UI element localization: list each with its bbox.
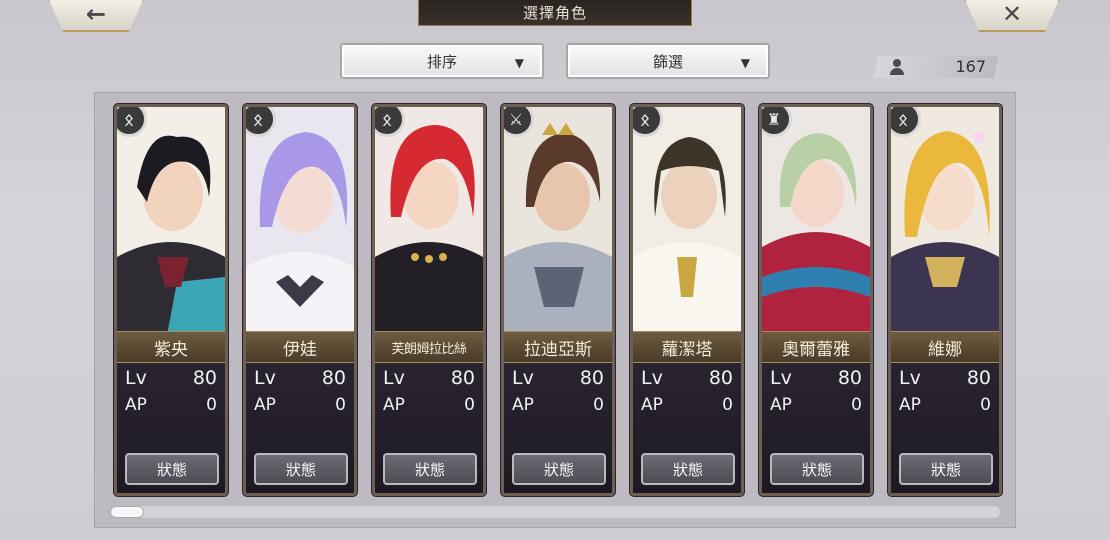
ap-label: AP bbox=[125, 395, 147, 415]
lv-label: Lv bbox=[641, 367, 663, 389]
character-stats: Lv 80 AP 0 狀態 bbox=[117, 363, 225, 493]
back-button[interactable]: ← bbox=[48, 0, 144, 32]
filter-dropdown[interactable]: 篩選 ▼ bbox=[566, 43, 770, 79]
character-stats: Lv 80 AP 0 狀態 bbox=[891, 363, 999, 493]
ap-value: 0 bbox=[464, 395, 475, 415]
status-button[interactable]: 狀態 bbox=[383, 453, 477, 485]
character-portrait bbox=[762, 107, 870, 335]
status-button[interactable]: 狀態 bbox=[770, 453, 864, 485]
close-icon: ✕ bbox=[1001, 0, 1023, 28]
lv-label: Lv bbox=[512, 367, 534, 389]
lv-label: Lv bbox=[254, 367, 276, 389]
scrollbar-thumb[interactable] bbox=[110, 506, 144, 518]
ap-label: AP bbox=[770, 395, 792, 415]
ap-label: AP bbox=[512, 395, 534, 415]
character-name: 維娜 bbox=[891, 331, 999, 363]
ap-value: 0 bbox=[851, 395, 862, 415]
ap-value: 0 bbox=[206, 395, 217, 415]
status-button[interactable]: 狀態 bbox=[512, 453, 606, 485]
status-button[interactable]: 狀態 bbox=[125, 453, 219, 485]
horizontal-scrollbar[interactable] bbox=[110, 506, 1000, 518]
lv-label: Lv bbox=[383, 367, 405, 389]
ap-label: AP bbox=[254, 395, 276, 415]
character-portrait bbox=[246, 107, 354, 335]
lv-value: 80 bbox=[450, 367, 475, 389]
top-bar: ← 選擇角色 ✕ bbox=[0, 0, 1110, 32]
character-name: 紫央 bbox=[117, 331, 225, 363]
filter-label: 篩選 bbox=[652, 52, 683, 71]
lv-value: 80 bbox=[192, 367, 217, 389]
character-cards: 紫央 Lv 80 AP 0 狀態 ᛟ 伊娃 Lv 80 AP 0 狀態 ᛟ 芙朗… bbox=[114, 104, 1004, 496]
ap-label: AP bbox=[383, 395, 405, 415]
character-name: 拉迪亞斯 bbox=[504, 331, 612, 363]
character-card[interactable]: 芙朗姆拉比絲 Lv 80 AP 0 狀態 ᛟ bbox=[372, 104, 486, 496]
sort-dropdown[interactable]: 排序 ▼ bbox=[340, 43, 544, 79]
lv-value: 80 bbox=[708, 367, 733, 389]
roster-count: 167 bbox=[955, 57, 986, 76]
lv-label: Lv bbox=[125, 367, 147, 389]
close-button[interactable]: ✕ bbox=[964, 0, 1060, 32]
ap-label: AP bbox=[641, 395, 663, 415]
person-icon bbox=[890, 59, 904, 75]
page-title: 選擇角色 bbox=[418, 0, 692, 26]
character-card[interactable]: 蘿潔塔 Lv 80 AP 0 狀態 ᛟ bbox=[630, 104, 744, 496]
sort-label: 排序 bbox=[426, 52, 457, 71]
character-card[interactable]: 紫央 Lv 80 AP 0 狀態 ᛟ bbox=[114, 104, 228, 496]
lv-value: 80 bbox=[966, 367, 991, 389]
character-card[interactable]: 拉迪亞斯 Lv 80 AP 0 狀態 ⚔ bbox=[501, 104, 615, 496]
status-button[interactable]: 狀態 bbox=[254, 453, 348, 485]
character-portrait bbox=[633, 107, 741, 335]
chevron-down-icon: ▼ bbox=[740, 56, 750, 70]
lv-value: 80 bbox=[579, 367, 604, 389]
character-portrait bbox=[375, 107, 483, 335]
status-button[interactable]: 狀態 bbox=[899, 453, 993, 485]
ap-label: AP bbox=[899, 395, 921, 415]
character-name: 芙朗姆拉比絲 bbox=[375, 331, 483, 363]
lv-value: 80 bbox=[321, 367, 346, 389]
character-portrait bbox=[117, 107, 225, 335]
character-card[interactable]: 奧爾蕾雅 Lv 80 AP 0 狀態 ♜ bbox=[759, 104, 873, 496]
ap-value: 0 bbox=[980, 395, 991, 415]
character-stats: Lv 80 AP 0 狀態 bbox=[633, 363, 741, 493]
lv-label: Lv bbox=[770, 367, 792, 389]
character-name: 伊娃 bbox=[246, 331, 354, 363]
lv-label: Lv bbox=[899, 367, 921, 389]
character-stats: Lv 80 AP 0 狀態 bbox=[762, 363, 870, 493]
character-name: 奧爾蕾雅 bbox=[762, 331, 870, 363]
character-stats: Lv 80 AP 0 狀態 bbox=[504, 363, 612, 493]
character-portrait bbox=[504, 107, 612, 335]
ap-value: 0 bbox=[593, 395, 604, 415]
character-stats: Lv 80 AP 0 狀態 bbox=[246, 363, 354, 493]
back-arrow-icon: ← bbox=[85, 0, 107, 28]
character-name: 蘿潔塔 bbox=[633, 331, 741, 363]
character-portrait bbox=[891, 107, 999, 335]
character-stats: Lv 80 AP 0 狀態 bbox=[375, 363, 483, 493]
ap-value: 0 bbox=[722, 395, 733, 415]
character-card[interactable]: 維娜 Lv 80 AP 0 狀態 ᛟ bbox=[888, 104, 1002, 496]
lv-value: 80 bbox=[837, 367, 862, 389]
ap-value: 0 bbox=[335, 395, 346, 415]
character-card[interactable]: 伊娃 Lv 80 AP 0 狀態 ᛟ bbox=[243, 104, 357, 496]
chevron-down-icon: ▼ bbox=[514, 56, 524, 70]
status-button[interactable]: 狀態 bbox=[641, 453, 735, 485]
